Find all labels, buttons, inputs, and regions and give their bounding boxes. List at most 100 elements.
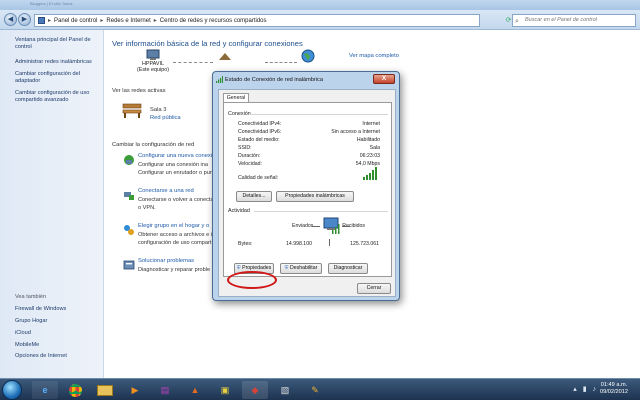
bytes-sent-value: 14.998.100 [286,241,312,247]
network-status-taskbar-icon[interactable]: ◆ [242,381,268,399]
bytes-received-value: 125.723.061 [350,241,379,247]
media-player-icon[interactable]: ▶ [122,381,148,399]
duration-label: Duración: [238,153,261,159]
network-title: Sala 3 [150,107,167,113]
active-networks-label: Ver las redes activas [112,88,166,94]
clock-time: 01:49 a.m. [600,382,628,388]
system-tray-icons[interactable]: ▴ ▮ ♪ [573,385,598,393]
received-dash [342,226,350,227]
connection-line [173,62,213,63]
clock-date: 09/02/2012 [600,389,628,395]
network-node-wireless [217,49,233,61]
close-button[interactable]: Cerrar [357,283,391,294]
network-activity-icon [323,217,340,234]
task-description: configuración de uso compart [138,240,212,246]
task-link[interactable]: Conectarse a una red [138,188,194,194]
connection-group-title: Conexión [228,111,251,117]
speed-label: Velocidad: [238,161,262,167]
see-also-homegroup[interactable]: Grupo Hogar [15,318,103,325]
app-icon-document[interactable]: ▧ [272,381,298,399]
ssid-value: Sala [369,145,380,151]
app-icon-bars[interactable]: ▤ [152,381,178,399]
chrome-icon[interactable] [62,381,88,399]
breadcrumb-network-center[interactable]: Centro de redes y recursos compartidos [160,18,267,24]
crumb-separator: ▸ [153,18,157,24]
ssid-label: SSID: [238,145,252,151]
task-description: o VPN. [138,205,156,211]
sidebar-item-control-panel-home[interactable]: Ventana principal del Panel de control [15,37,103,51]
globe-icon [301,49,315,63]
diagnose-button[interactable]: Diagnosticar [328,263,368,274]
back-button[interactable]: ◀ [4,13,17,26]
media-state-label: Estado del medio: [238,137,280,143]
bench-icon [122,103,142,118]
disable-label: Deshabilitar [289,265,318,271]
properties-label: Propiedades [242,265,272,271]
taskbar-clock[interactable]: 01:49 a.m. 09/02/2012 [600,382,628,396]
search-icon: ⌕ [515,18,519,25]
highlight-annotation [227,271,277,289]
address-field[interactable]: ▸ Panel de control ▸ Redes e Internet ▸ … [34,14,511,27]
ipv6-value: Sin acceso a Internet [331,129,380,135]
see-also-firewall[interactable]: Firewall de Windows [15,306,103,313]
disable-button[interactable]: ⛨ Deshabilitar [280,263,322,274]
troubleshoot-icon [123,260,135,270]
computer-subtitle: (Este equipo) [136,67,170,73]
bytes-label: Bytes: [238,241,253,247]
computer-icon [146,49,160,60]
network-node-computer: HPPAVIL (Este equipo) [133,49,173,73]
paint-icon[interactable]: ✎ [302,381,328,399]
network-type-link[interactable]: Red pública [150,115,181,121]
folder-icon[interactable] [92,381,118,399]
ipv4-value: Internet [362,121,380,127]
sent-label: Enviados [292,223,314,229]
see-also-mobileme[interactable]: MobileMe [15,342,103,349]
task-description: Obtener acceso a archivos e i [138,232,212,238]
search-input[interactable]: ⌕ Buscar en el Panel de control [512,14,636,27]
sidebar-item-manage-wireless[interactable]: Administrar redes inalámbricas [15,59,103,66]
task-link[interactable]: Solucionar problemas [138,258,194,264]
internet-explorer-icon[interactable]: e [32,381,58,399]
task-description: Configurar una conexión ina [138,162,208,168]
wireless-properties-button[interactable]: Propiedades inalámbricas [276,191,354,202]
sidebar-item-advanced-sharing[interactable]: Cambiar configuración de uso compartido … [15,90,103,104]
dialog-title: Estado de Conexión de red inalámbrica [225,77,323,83]
sidebar-item-adapter-settings[interactable]: Cambiar configuración del adaptador [15,71,103,85]
connection-line [265,62,297,63]
crumb-separator: ▸ [48,18,52,24]
task-description: Configurar un enrutador o pun [138,170,213,176]
task-description: Conectarse o volver a conecta [138,197,214,203]
matlab-icon[interactable]: ▲ [182,381,208,399]
breadcrumb-control-panel[interactable]: Panel de control [54,18,97,24]
dialog-body: General Conexión Conectividad IPv4: Inte… [218,89,396,297]
shield-icon: ⛨ [284,265,289,271]
task-link[interactable]: Configurar una nueva conexi [138,153,212,159]
task-description: Diagnosticar y reparar proble [138,267,211,273]
see-also-title: Vea también [15,294,47,300]
bytes-divider [329,239,330,246]
details-button[interactable]: Detalles... [236,191,272,202]
ipv4-label: Conectividad IPv4: [238,121,282,127]
connect-network-icon [124,192,134,200]
close-icon[interactable]: X [373,74,395,84]
start-button[interactable] [2,380,22,400]
ghost-window-title: Bloggers | El sitio Todos [30,1,73,6]
full-map-link[interactable]: Ver mapa completo [349,53,399,59]
signal-strength-icon [363,167,379,180]
see-also-internet-options[interactable]: Opciones de Internet [15,353,103,360]
wireless-signal-icon [216,76,223,83]
sidebar: Ventana principal del Panel de control A… [0,30,104,378]
group-divider [254,211,388,212]
ipv6-label: Conectividad IPv6: [238,129,282,135]
page-title: Ver información básica de la red y confi… [112,39,303,48]
change-settings-label: Cambiar la configuración de red [112,142,195,148]
task-link[interactable]: Elegir grupo en el hogar y o [138,223,209,229]
taskbar: e ▶ ▤ ▲ ▣ ◆ ▧ ✎ ▴ ▮ ♪ 01:49 a.m. 09/02/2… [0,378,640,400]
search-placeholder: Buscar en el Panel de control [525,17,597,23]
crumb-separator: ▸ [100,18,104,24]
duration-value: 06:23:03 [359,153,380,159]
breadcrumb-network-internet[interactable]: Redes e Internet [106,18,150,24]
forward-button[interactable]: ▶ [18,13,31,26]
see-also-icloud[interactable]: iCloud [15,330,103,337]
video-app-icon[interactable]: ▣ [212,381,238,399]
